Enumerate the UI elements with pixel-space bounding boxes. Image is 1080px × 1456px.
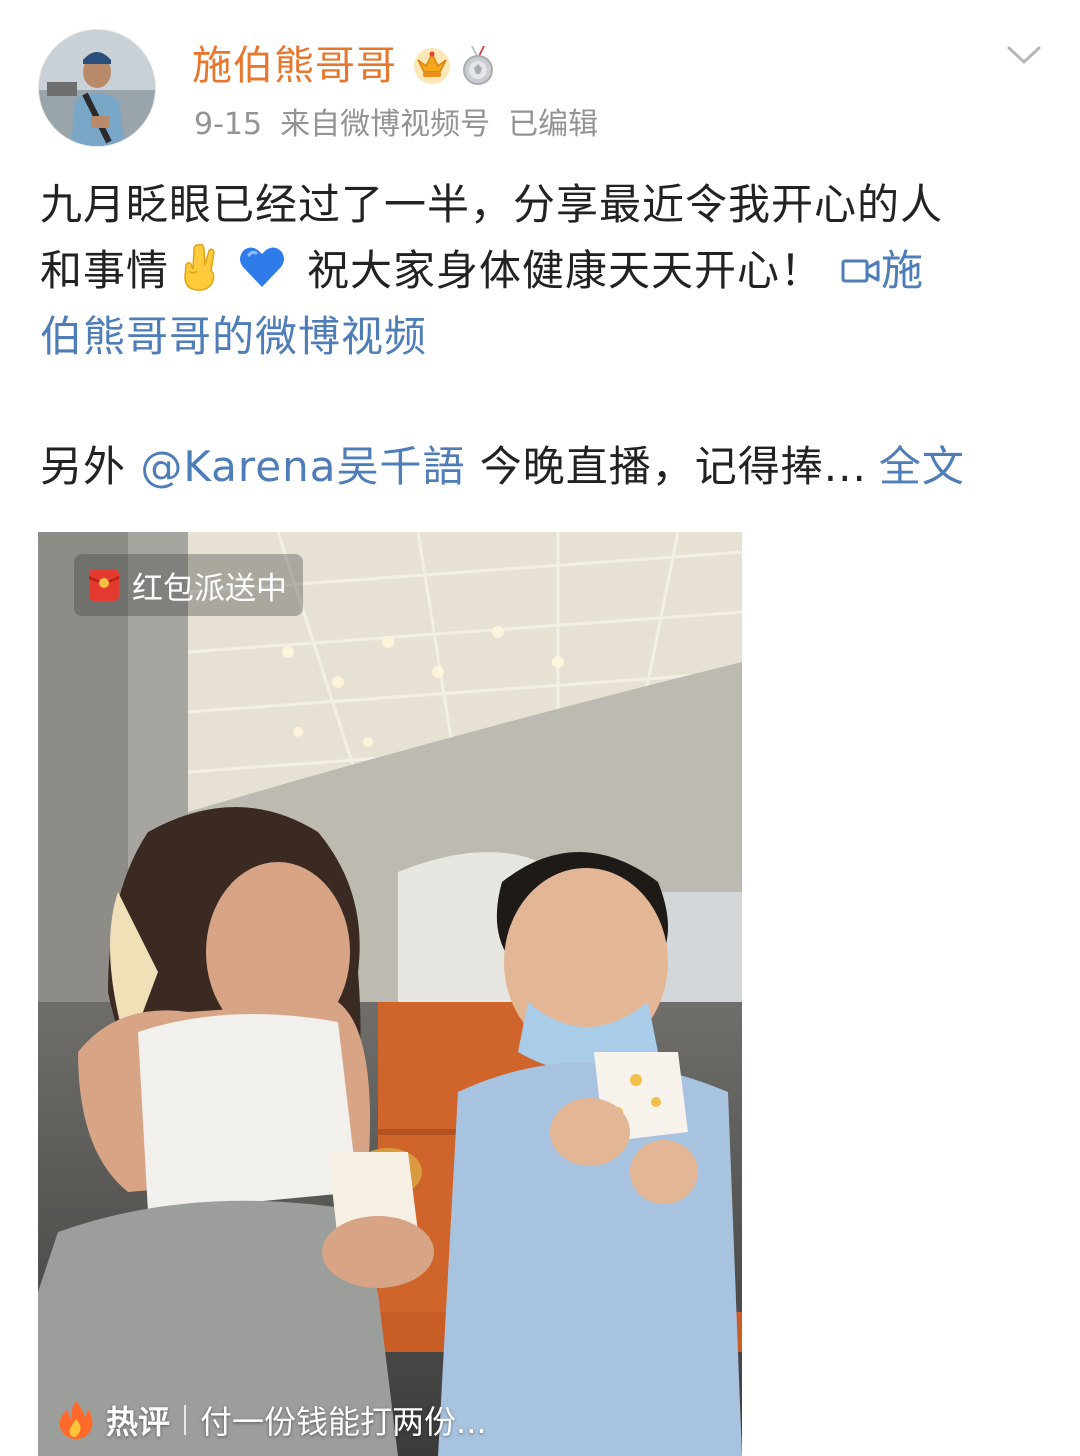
post-date: 9-15	[194, 107, 263, 142]
post-body: 九月眨眼已经过了一半，分享最近令我开心的人 和事情 祝大家身体健康天天开心！ 施…	[40, 172, 1050, 370]
video-camera-icon[interactable]	[841, 253, 881, 289]
fire-icon	[59, 1401, 93, 1439]
blue-heart-emoji	[240, 247, 285, 287]
video-link-start[interactable]: 施	[881, 246, 924, 295]
redpacket-badge[interactable]: 红包派送中	[74, 554, 303, 616]
post-more-line: 另外 @Karena吴千語 今晚直播，记得捧... 全文	[40, 434, 965, 500]
hot-comment-label: 热评	[106, 1403, 171, 1441]
edited-label[interactable]: 已编辑	[508, 107, 598, 142]
video-link-end[interactable]: 伯熊哥哥的微博视频	[40, 304, 1050, 370]
post-line-1: 九月眨眼已经过了一半，分享最近令我开心的人	[40, 180, 944, 229]
source-prefix: 来自	[280, 107, 341, 142]
redpacket-label: 红包派送中	[132, 570, 287, 607]
full-text-link[interactable]: 全文	[879, 442, 965, 491]
medal-badge-icon[interactable]	[458, 44, 498, 86]
post-line-2-start: 和事情	[40, 246, 170, 295]
more-text: 今晚直播，记得捧...	[465, 442, 867, 491]
red-envelope-icon	[88, 569, 120, 601]
video-player[interactable]: 红包派送中 热评 付一份钱能打两份...	[38, 532, 742, 1456]
post-meta: 9-15 来自微博视频号 已编辑	[194, 104, 598, 146]
hot-comment-text: 付一份钱能打两份...	[200, 1403, 487, 1441]
more-prefix: 另外	[40, 442, 141, 491]
mention-link[interactable]: @Karena吴千語	[140, 442, 465, 491]
post-line-2-mid: 祝大家身体健康天天开心！	[307, 246, 824, 295]
hot-comment-divider	[184, 1405, 187, 1435]
author-name[interactable]: 施伯熊哥哥	[192, 38, 397, 94]
author-avatar[interactable]	[38, 29, 156, 147]
chevron-down-icon[interactable]	[1006, 40, 1042, 68]
avatar-photo	[39, 30, 155, 146]
hot-comment-bar[interactable]: 热评 付一份钱能打两份...	[58, 1394, 487, 1446]
crown-badge-icon[interactable]	[412, 44, 452, 86]
video-frame	[38, 532, 742, 1456]
source-name[interactable]: 微博视频号	[340, 107, 490, 142]
post-line-2: 和事情 祝大家身体健康天天开心！ 施	[40, 238, 1050, 304]
hand-gesture-emoji	[184, 243, 215, 291]
